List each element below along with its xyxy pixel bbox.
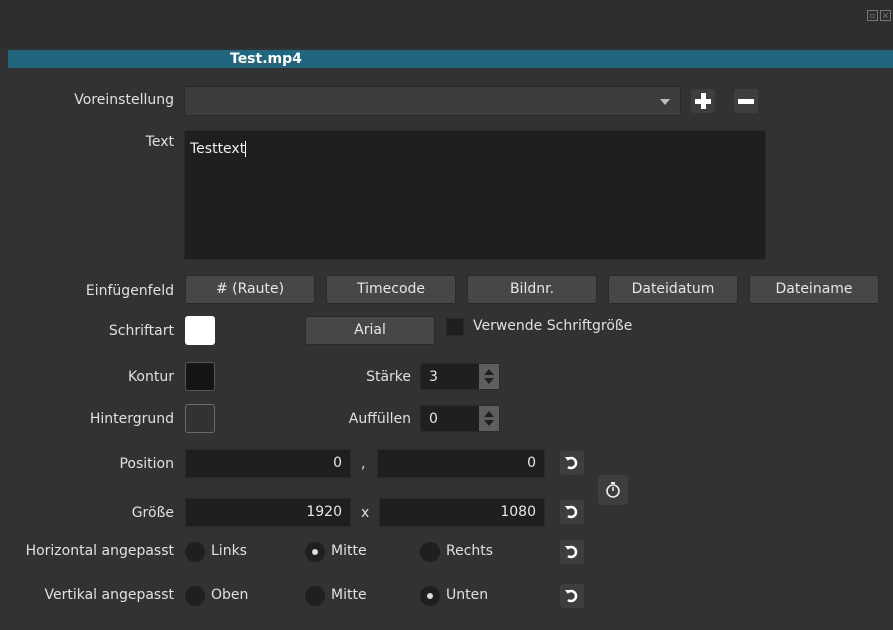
vertical-reset-button[interactable] bbox=[560, 584, 584, 608]
insert-timecode-button[interactable]: Timecode bbox=[326, 275, 456, 304]
dock-controls: ▫ × bbox=[867, 10, 891, 21]
vertical-top-label: Oben bbox=[211, 587, 249, 603]
horizontal-left-label: Links bbox=[211, 543, 247, 559]
insert-field-label: Einfügenfeld bbox=[85, 283, 174, 299]
float-icon[interactable]: ▫ bbox=[867, 10, 878, 21]
vertical-bottom-label: Unten bbox=[446, 587, 489, 603]
size-label: Größe bbox=[131, 505, 174, 521]
chevron-down-icon bbox=[660, 99, 670, 105]
text-value: Testtext bbox=[190, 141, 246, 157]
clip-title: Test.mp4 bbox=[230, 51, 302, 67]
horizontal-reset-button[interactable] bbox=[560, 540, 584, 564]
keyframes-button[interactable] bbox=[598, 475, 628, 505]
position-reset-button[interactable] bbox=[560, 451, 584, 475]
insert-file-name-button[interactable]: Dateiname bbox=[749, 275, 879, 304]
outline-label: Kontur bbox=[127, 369, 174, 385]
clip-title-bar: Test.mp4 bbox=[8, 50, 893, 68]
preset-combobox[interactable] bbox=[184, 86, 681, 116]
use-font-size-checkbox[interactable] bbox=[446, 318, 464, 336]
size-width-field[interactable]: 1920 bbox=[185, 498, 351, 527]
undo-icon bbox=[565, 589, 578, 603]
insert-frame-number-button[interactable]: Bildnr. bbox=[467, 275, 597, 304]
padding-value: 0 bbox=[429, 411, 438, 427]
text-caret bbox=[245, 141, 247, 157]
insert-file-date-button[interactable]: Dateidatum bbox=[608, 275, 738, 304]
background-color-swatch[interactable] bbox=[185, 404, 215, 433]
horizontal-center-radio[interactable] bbox=[305, 542, 325, 562]
padding-label: Auffüllen bbox=[348, 411, 411, 427]
thickness-spinbox[interactable]: 3 bbox=[420, 363, 500, 390]
font-select-button[interactable]: Arial bbox=[305, 316, 435, 345]
horizontal-right-radio[interactable] bbox=[420, 542, 440, 562]
preset-label: Voreinstellung bbox=[74, 92, 174, 108]
size-reset-button[interactable] bbox=[560, 500, 584, 524]
vertical-label: Vertikal angepasst bbox=[44, 587, 174, 603]
font-color-swatch[interactable] bbox=[185, 316, 215, 345]
position-separator: , bbox=[361, 456, 366, 472]
use-font-size-label: Verwende Schriftgröße bbox=[473, 318, 633, 334]
remove-preset-button[interactable] bbox=[734, 89, 758, 113]
position-label: Position bbox=[119, 456, 174, 472]
font-label: Schriftart bbox=[108, 323, 174, 339]
radio-selected-dot bbox=[312, 549, 318, 555]
dock-title-strip bbox=[0, 0, 893, 48]
thickness-label: Stärke bbox=[366, 369, 411, 385]
vertical-bottom-radio[interactable] bbox=[420, 586, 440, 606]
position-y-field[interactable]: 0 bbox=[377, 449, 545, 478]
stopwatch-icon bbox=[606, 482, 620, 498]
thickness-value: 3 bbox=[429, 369, 438, 385]
vertical-middle-label: Mitte bbox=[331, 587, 367, 603]
undo-icon bbox=[565, 456, 578, 470]
outline-color-swatch[interactable] bbox=[185, 362, 215, 391]
undo-icon bbox=[565, 505, 578, 519]
background-label: Hintergrund bbox=[89, 411, 174, 427]
size-height-field[interactable]: 1080 bbox=[379, 498, 545, 527]
spin-arrows-icon[interactable] bbox=[479, 364, 499, 389]
padding-spinbox[interactable]: 0 bbox=[420, 405, 500, 432]
horizontal-left-radio[interactable] bbox=[185, 542, 205, 562]
text-input[interactable]: Testtext bbox=[184, 130, 766, 260]
insert-hash-button[interactable]: # (Raute) bbox=[185, 275, 315, 304]
close-icon[interactable]: × bbox=[880, 10, 891, 21]
radio-selected-dot bbox=[427, 593, 433, 599]
horizontal-label: Horizontal angepasst bbox=[25, 543, 174, 559]
undo-icon bbox=[565, 545, 578, 559]
add-preset-button[interactable] bbox=[691, 89, 715, 113]
horizontal-right-label: Rechts bbox=[446, 543, 494, 559]
text-label: Text bbox=[145, 134, 174, 150]
vertical-middle-radio[interactable] bbox=[305, 586, 325, 606]
horizontal-center-label: Mitte bbox=[331, 543, 367, 559]
position-x-field[interactable]: 0 bbox=[185, 449, 351, 478]
spin-arrows-icon[interactable] bbox=[479, 406, 499, 431]
size-separator: x bbox=[361, 505, 370, 521]
vertical-top-radio[interactable] bbox=[185, 586, 205, 606]
